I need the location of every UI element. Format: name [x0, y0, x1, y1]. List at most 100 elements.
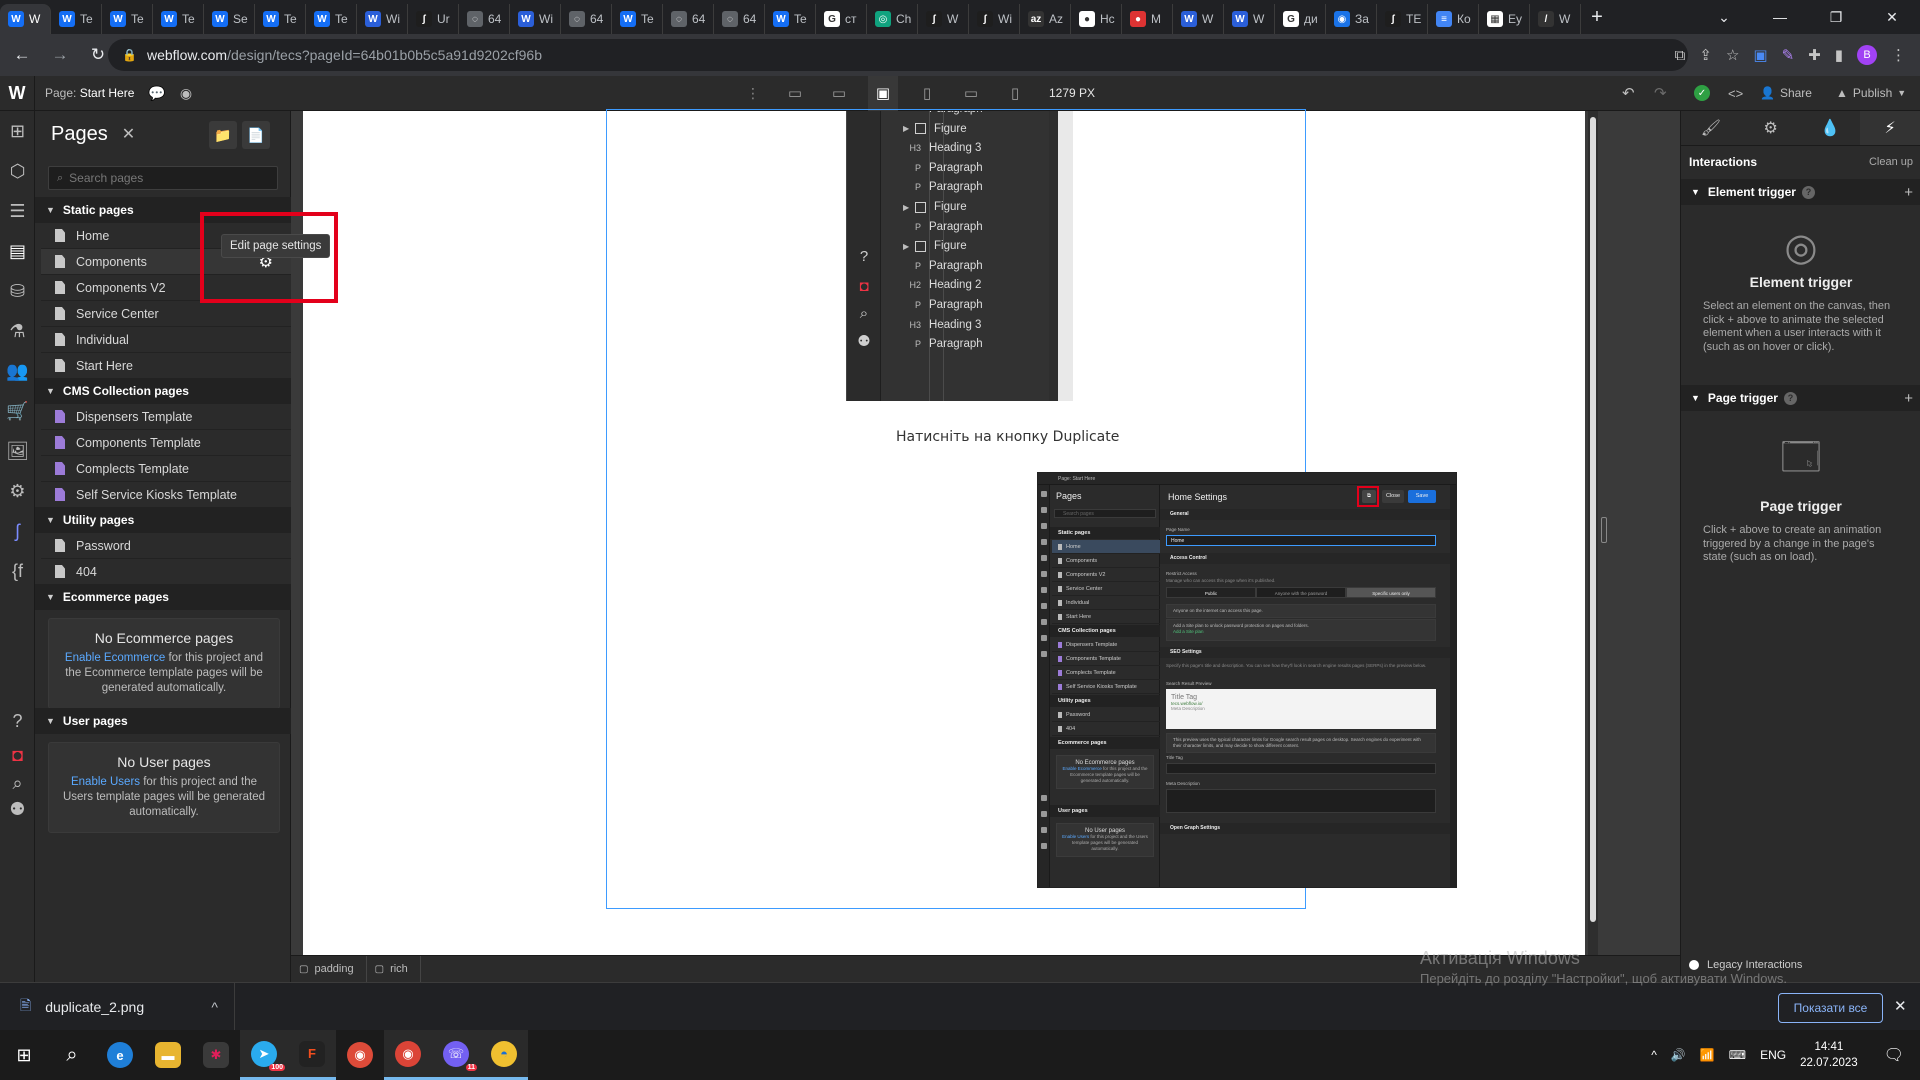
webflow-logo-icon[interactable]: W: [0, 75, 35, 111]
clock[interactable]: 14:41 22.07.2023: [1800, 1039, 1858, 1071]
extensions-puzzle-icon[interactable]: ✚: [1808, 46, 1821, 64]
ecommerce-cart-icon[interactable]: 🛒: [0, 391, 35, 431]
notifications-icon[interactable]: 🗨: [1884, 1045, 1904, 1065]
settings-gear-icon[interactable]: ⚙: [0, 471, 35, 511]
open-in-app-icon[interactable]: ⧉: [1675, 47, 1686, 64]
new-tab-button[interactable]: +: [1581, 1, 1613, 33]
browser-tab[interactable]: ʃW: [918, 4, 969, 34]
browser-tab[interactable]: W Te: [765, 4, 816, 34]
close-window-icon[interactable]: ✕: [1864, 0, 1920, 34]
publish-button[interactable]: ▲ Publish ▼: [1836, 86, 1906, 100]
browser-tab[interactable]: ▦ Еу: [1479, 4, 1530, 34]
keyboard-icon[interactable]: ⌨: [1729, 1048, 1746, 1062]
static-page-item[interactable]: Start Here: [41, 353, 291, 379]
browser-tab[interactable]: WW: [1173, 4, 1224, 34]
chrome-icon[interactable]: ◉: [336, 1030, 384, 1080]
utility-page-item[interactable]: Password: [41, 533, 291, 559]
browser-tab[interactable]: ʃ TE: [1377, 4, 1428, 34]
paint-app-icon[interactable]: ◓: [480, 1030, 528, 1080]
browser-tab[interactable]: W Te: [612, 4, 663, 34]
figma-icon[interactable]: F: [288, 1030, 336, 1080]
browser-tab[interactable]: W Wi: [357, 4, 408, 34]
help-icon[interactable]: ?: [1801, 185, 1815, 199]
browser-tab[interactable]: ◌ 64: [714, 4, 765, 34]
browser-tab[interactable]: ◉ За: [1326, 4, 1377, 34]
breakpoint-desktop-icon[interactable]: ▣: [868, 75, 898, 111]
assets-images-icon[interactable]: 🖼: [0, 431, 35, 471]
slack-icon[interactable]: ✱: [192, 1030, 240, 1080]
cms-pages-section[interactable]: ▼ CMS Collection pages: [35, 378, 291, 404]
breakpoint-mobile-icon[interactable]: ▯: [1000, 76, 1030, 111]
browser-tab[interactable]: W Se: [204, 4, 255, 34]
element-settings-gear-icon[interactable]: ⚙: [1741, 111, 1801, 145]
browser-tab[interactable]: W Wi: [510, 4, 561, 34]
current-page-indicator[interactable]: Page: Start Here: [45, 86, 134, 100]
browser-tab[interactable]: ◌ 64: [561, 4, 612, 34]
taskbar-search-icon[interactable]: ⌕: [48, 1030, 96, 1080]
forward-arrow-icon[interactable]: →: [44, 39, 76, 71]
undo-icon[interactable]: ↶: [1622, 84, 1635, 102]
browser-tab[interactable]: W Te: [153, 4, 204, 34]
breakpoint-tablet-icon[interactable]: ▯: [912, 76, 942, 111]
cms-page-item[interactable]: Complects Template: [41, 456, 291, 482]
minimize-icon[interactable]: —: [1752, 0, 1808, 34]
browser-tab[interactable]: / W: [1530, 4, 1581, 34]
ecommerce-pages-section[interactable]: ▼ Ecommerce pages: [35, 584, 291, 610]
redo-icon[interactable]: ↷: [1654, 84, 1667, 102]
static-page-item[interactable]: Individual: [41, 327, 291, 353]
side-panel-icon[interactable]: ▮: [1835, 46, 1843, 64]
enable-users-link[interactable]: Enable Users: [71, 776, 140, 788]
pen-extension-icon[interactable]: ✎: [1782, 46, 1795, 64]
viber-icon[interactable]: ☏ 11: [432, 1030, 480, 1080]
language-indicator[interactable]: ENG: [1760, 1048, 1786, 1062]
add-page-trigger-icon[interactable]: +: [1904, 390, 1913, 407]
community-icon[interactable]: ⚉: [0, 789, 35, 829]
translate-icon[interactable]: ▣: [1753, 46, 1767, 64]
design-canvas[interactable]: ? ◘ ⌕ ⚉ Paragraph▶FigureH3Heading 3PPara…: [291, 109, 1680, 955]
close-downloads-icon[interactable]: ✕: [1894, 997, 1907, 1015]
page-trigger-section[interactable]: ▼ Page trigger? +: [1681, 385, 1920, 411]
cms-page-item[interactable]: Components Template: [41, 430, 291, 456]
browser-tab[interactable]: ◎ Ch: [867, 4, 918, 34]
browser-tab[interactable]: WW: [1224, 4, 1275, 34]
users-icon[interactable]: 👥: [0, 351, 35, 391]
browser-tab[interactable]: Gди: [1275, 4, 1326, 34]
preview-eye-icon[interactable]: ◉: [180, 85, 192, 102]
more-dots-icon[interactable]: ⋮: [746, 85, 760, 102]
add-elements-icon[interactable]: ⊞: [0, 111, 35, 151]
browser-tab[interactable]: W Te: [306, 4, 357, 34]
canvas-resize-handle[interactable]: [1601, 517, 1607, 543]
chrome-menu-icon[interactable]: ⋮: [1891, 46, 1906, 64]
profile-avatar[interactable]: B: [1857, 45, 1877, 65]
style-manager-drops-icon[interactable]: 💧: [1801, 111, 1861, 145]
utility-pages-section[interactable]: ▼ Utility pages: [35, 507, 291, 533]
cms-page-item[interactable]: Dispensers Template: [41, 404, 291, 430]
browser-tab[interactable]: ● Hc: [1071, 4, 1122, 34]
figma-plugin-icon[interactable]: ʃ: [0, 511, 35, 551]
file-explorer-icon[interactable]: ▬: [144, 1030, 192, 1080]
add-element-trigger-icon[interactable]: +: [1904, 184, 1913, 201]
chrome-profile-icon[interactable]: ◉: [384, 1030, 432, 1080]
element-trigger-section[interactable]: ▼ Element trigger? +: [1681, 179, 1920, 205]
symbols-cube-icon[interactable]: ⬡: [0, 151, 35, 191]
interactions-bolt-icon[interactable]: ⚡: [1860, 111, 1920, 145]
windows-start-icon[interactable]: ⊞: [0, 1030, 48, 1080]
breadcrumb-item[interactable]: ▢ rich: [367, 955, 421, 983]
breakpoint-landscape-icon[interactable]: ▭: [956, 76, 986, 111]
user-pages-section[interactable]: ▼ User pages: [35, 708, 291, 734]
show-all-downloads-button[interactable]: Показати все: [1778, 993, 1883, 1023]
new-folder-button[interactable]: 📁: [209, 121, 237, 149]
pages-icon[interactable]: ▤: [0, 231, 35, 271]
utility-page-item[interactable]: 404: [41, 559, 291, 585]
scrollbar-thumb[interactable]: [1590, 117, 1596, 922]
navigator-icon[interactable]: ☰: [0, 191, 35, 231]
breakpoint-xxl-icon[interactable]: ▭: [780, 76, 810, 111]
browser-tab[interactable]: Gст: [816, 4, 867, 34]
browser-tab[interactable]: ◌ 64: [663, 4, 714, 34]
clean-up-link[interactable]: Clean up: [1869, 156, 1913, 168]
browser-tab[interactable]: W Te: [102, 4, 153, 34]
wifi-icon[interactable]: 📶: [1700, 1048, 1715, 1062]
chevron-up-icon[interactable]: ^: [211, 999, 218, 1015]
canvas-scrollbar[interactable]: [1588, 111, 1598, 955]
code-export-icon[interactable]: <>: [1728, 86, 1743, 101]
